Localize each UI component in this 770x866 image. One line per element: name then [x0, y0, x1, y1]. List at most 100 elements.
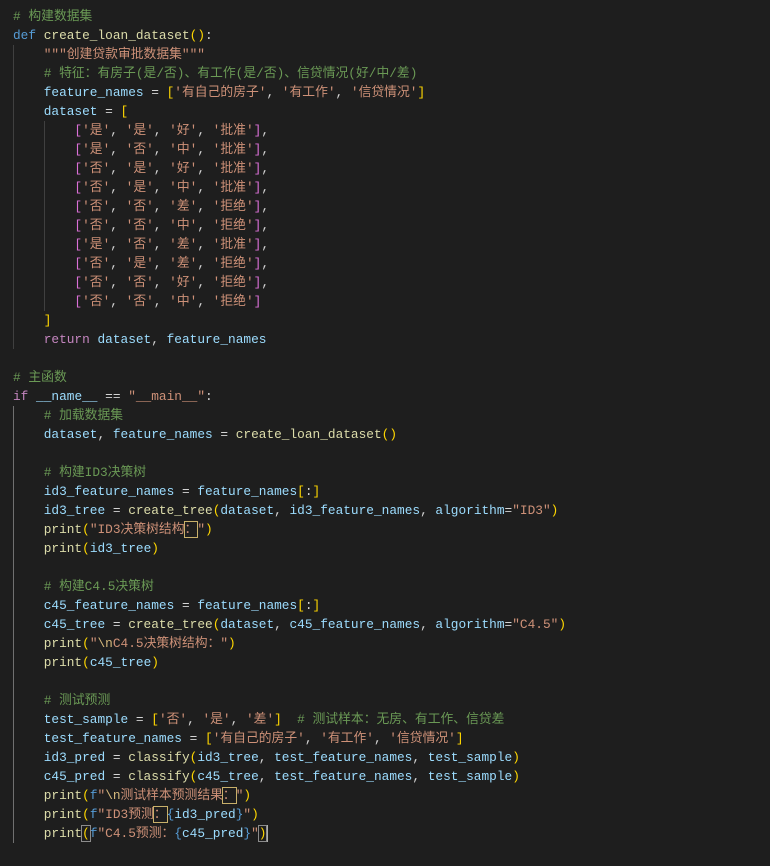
- code-token: [: [13, 237, 83, 252]
- code-token: feature_names: [112, 427, 213, 442]
- code-line[interactable]: print(id3_tree): [13, 539, 770, 558]
- code-line[interactable]: # 加载数据集: [13, 406, 770, 425]
- code-token: :: [205, 389, 213, 404]
- code-token: ,: [373, 731, 390, 746]
- code-line[interactable]: dataset, feature_names = create_loan_dat…: [13, 425, 770, 444]
- code-token: f: [89, 807, 98, 822]
- code-token: '拒绝': [212, 218, 254, 233]
- code-token: =: [181, 731, 205, 746]
- code-line[interactable]: ['是', '是', '好', '批准'],: [13, 121, 770, 140]
- code-line[interactable]: ['否', '否', '中', '拒绝']: [13, 292, 770, 311]
- code-token: ,: [97, 427, 113, 442]
- code-token: '是': [82, 123, 111, 138]
- code-token: # 构建ID3决策树: [13, 465, 147, 480]
- code-line[interactable]: [13, 349, 770, 368]
- code-line[interactable]: print(f"C4.5预测：{c45_pred}"): [13, 824, 770, 843]
- code-line[interactable]: id3_pred = classify(id3_tree, test_featu…: [13, 748, 770, 767]
- code-area[interactable]: # 构建数据集 def create_loan_dataset(): """创建贷…: [13, 7, 770, 866]
- code-line[interactable]: print(f"ID3预测：{id3_pred}"): [13, 805, 770, 824]
- code-token: :: [205, 28, 213, 43]
- code-token: f: [89, 788, 98, 803]
- code-line[interactable]: ['是', '否', '中', '批准'],: [13, 140, 770, 159]
- code-token: '否': [82, 218, 111, 233]
- code-line[interactable]: print("ID3决策树结构："): [13, 520, 770, 539]
- code-token: '批准': [212, 237, 254, 252]
- code-token: ): [228, 636, 236, 651]
- code-line[interactable]: [13, 672, 770, 691]
- code-line[interactable]: test_sample = ['否', '是', '差'] # 测试样本：无房、…: [13, 710, 770, 729]
- code-line[interactable]: c45_tree = create_tree(dataset, c45_feat…: [13, 615, 770, 634]
- code-token: print: [13, 655, 83, 670]
- code-token: ,: [153, 294, 170, 309]
- code-line[interactable]: # 特征：有房子(是/否)、有工作(是/否)、信贷情况(好/中/差): [13, 64, 770, 83]
- code-line[interactable]: print(c45_tree): [13, 653, 770, 672]
- code-token: ,: [258, 750, 275, 765]
- code-token: test_sample: [13, 712, 129, 727]
- code-token: id3_tree: [197, 750, 259, 765]
- code-line[interactable]: ]: [13, 311, 770, 330]
- code-token: '拒绝': [212, 275, 254, 290]
- code-line[interactable]: id3_tree = create_tree(dataset, id3_feat…: [13, 501, 770, 520]
- code-token: # 构建C4.5决策树: [13, 579, 154, 594]
- code-token: =: [105, 503, 129, 518]
- code-line[interactable]: ['否', '是', '中', '批准'],: [13, 178, 770, 197]
- code-token: =: [128, 712, 152, 727]
- code-line[interactable]: print(f"\n测试样本预测结果："): [13, 786, 770, 805]
- highlighted-char: ：: [152, 806, 168, 823]
- code-token: c45_tree: [89, 655, 152, 670]
- code-token: "ID3预测: [97, 807, 154, 822]
- code-token: '中': [169, 180, 198, 195]
- code-token: ,: [197, 256, 213, 271]
- code-line[interactable]: ['否', '是', '差', '拒绝'],: [13, 254, 770, 273]
- code-line[interactable]: ['否', '否', '好', '拒绝'],: [13, 273, 770, 292]
- code-token: ,: [261, 123, 269, 138]
- code-token: [: [13, 275, 83, 290]
- code-token: '是': [82, 237, 111, 252]
- code-token: ,: [153, 180, 170, 195]
- code-token: ,: [266, 85, 282, 100]
- code-token: c45_tree: [13, 617, 106, 632]
- code-line[interactable]: ['否', '否', '中', '拒绝'],: [13, 216, 770, 235]
- code-token: '中': [169, 142, 198, 157]
- code-token: feature_names: [197, 484, 298, 499]
- code-line[interactable]: return dataset, feature_names: [13, 330, 770, 349]
- code-token: ,: [110, 180, 126, 195]
- code-line[interactable]: [13, 444, 770, 463]
- code-line[interactable]: ['否', '是', '好', '批准'],: [13, 159, 770, 178]
- code-line[interactable]: # 构建C4.5决策树: [13, 577, 770, 596]
- code-line[interactable]: print("\nC4.5决策树结构："): [13, 634, 770, 653]
- code-token: [: [151, 712, 159, 727]
- code-token: C4.5决策树结构：": [112, 636, 229, 651]
- code-line[interactable]: dataset = [: [13, 102, 770, 121]
- code-line[interactable]: test_feature_names = ['有自己的房子', '有工作', '…: [13, 729, 770, 748]
- code-token: ,: [230, 712, 246, 727]
- code-lines[interactable]: # 构建数据集 def create_loan_dataset(): """创建贷…: [13, 7, 770, 843]
- code-token: dataset: [97, 332, 152, 347]
- code-line[interactable]: # 构建数据集: [13, 7, 770, 26]
- code-line[interactable]: ['否', '否', '差', '拒绝'],: [13, 197, 770, 216]
- code-line[interactable]: c45_pred = classify(c45_tree, test_featu…: [13, 767, 770, 786]
- code-line[interactable]: id3_feature_names = feature_names[:]: [13, 482, 770, 501]
- code-editor[interactable]: # 构建数据集 def create_loan_dataset(): """创建贷…: [0, 0, 770, 866]
- code-line[interactable]: feature_names = ['有自己的房子', '有工作', '信贷情况'…: [13, 83, 770, 102]
- code-token: ,: [153, 275, 170, 290]
- code-line[interactable]: # 主函数: [13, 368, 770, 387]
- code-line[interactable]: # 测试预测: [13, 691, 770, 710]
- code-token: test_sample: [427, 769, 513, 784]
- code-line[interactable]: if __name__ == "__main__":: [13, 387, 770, 406]
- code-token: ,: [197, 294, 213, 309]
- code-token: ]: [253, 294, 262, 309]
- code-line[interactable]: ['是', '否', '差', '批准'],: [13, 235, 770, 254]
- code-token: ): [205, 522, 213, 537]
- code-token: def: [13, 28, 44, 43]
- code-line[interactable]: def create_loan_dataset():: [13, 26, 770, 45]
- code-token: ,: [304, 731, 321, 746]
- code-token: ,: [110, 218, 126, 233]
- code-line[interactable]: # 构建ID3决策树: [13, 463, 770, 482]
- code-token: :: [304, 598, 313, 613]
- code-token: '有自己的房子': [174, 85, 267, 100]
- code-token: ): [151, 541, 159, 556]
- code-line[interactable]: c45_feature_names = feature_names[:]: [13, 596, 770, 615]
- code-line[interactable]: """创建贷款审批数据集""": [13, 45, 770, 64]
- code-line[interactable]: [13, 558, 770, 577]
